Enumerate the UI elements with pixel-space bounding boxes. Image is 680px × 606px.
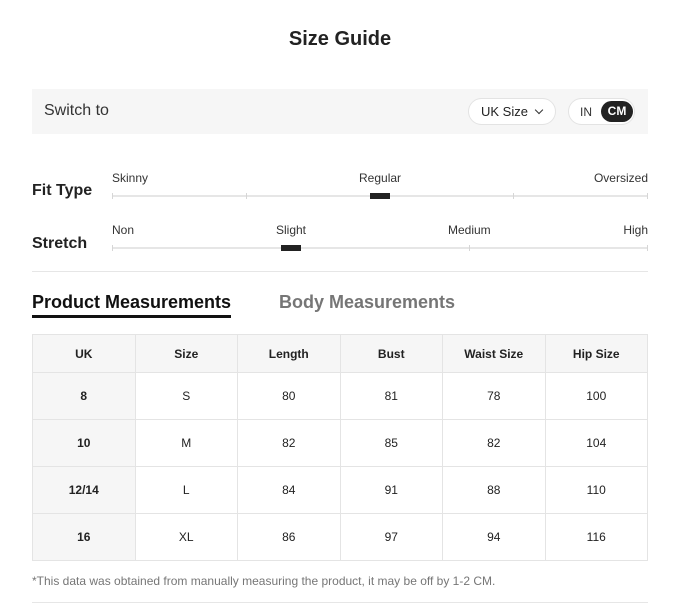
- cell-waist-size: 88: [442, 466, 546, 514]
- cell-bust: 85: [339, 419, 443, 467]
- stretch-marker: [281, 245, 301, 251]
- table-row: 12/14 L 84 91 88 110: [32, 466, 648, 514]
- page-title: Size Guide: [288, 28, 392, 50]
- cell-size: S: [134, 372, 238, 420]
- column-header-bust: Bust: [339, 334, 443, 373]
- fit-tick: [513, 193, 514, 199]
- cell-size: XL: [134, 513, 238, 561]
- section-divider: [32, 271, 648, 272]
- cell-hip-size: 110: [544, 466, 648, 514]
- cell-bust: 81: [339, 372, 443, 420]
- cell-length: 86: [237, 513, 341, 561]
- cell-hip-size: 100: [544, 372, 648, 420]
- cell-uk: 12/14: [32, 466, 136, 514]
- cell-uk: 10: [32, 419, 136, 467]
- fit-type-title: Fit Type: [32, 182, 93, 199]
- size-table: UK Size Length Bust Waist Size Hip Size …: [32, 334, 648, 561]
- cell-uk: 8: [32, 372, 136, 420]
- stretch-label-medium: Medium: [448, 223, 491, 237]
- cell-bust: 91: [339, 466, 443, 514]
- stretch-title: Stretch: [32, 235, 88, 252]
- fit-type-marker: [370, 193, 390, 199]
- unit-toggle[interactable]: IN CM: [568, 98, 635, 125]
- fit-label-oversized: Oversized: [593, 171, 648, 185]
- tab-product-measurements[interactable]: Product Measurements: [32, 292, 231, 313]
- cell-waist-size: 82: [442, 419, 546, 467]
- cell-length: 84: [237, 466, 341, 514]
- switch-label: Switch to: [44, 102, 109, 119]
- switch-bar: Switch to UK Size IN CM: [32, 89, 648, 134]
- stretch-label-non: Non: [112, 223, 135, 237]
- table-row: 16 XL 86 97 94 116: [32, 513, 648, 561]
- stretch-track: [112, 247, 648, 249]
- cell-uk: 16: [32, 513, 136, 561]
- column-header-uk: UK: [32, 334, 136, 373]
- size-system-dropdown[interactable]: UK Size: [468, 98, 556, 125]
- fit-label-skinny: Skinny: [112, 171, 149, 185]
- cell-length: 80: [237, 372, 341, 420]
- fit-tick: [647, 193, 648, 199]
- cell-bust: 97: [339, 513, 443, 561]
- measurement-note: *This data was obtained from manually me…: [32, 574, 496, 588]
- cell-size: M: [134, 419, 238, 467]
- cell-hip-size: 116: [544, 513, 648, 561]
- table-header-row: UK Size Length Bust Waist Size Hip Size: [32, 334, 648, 373]
- stretch-tick: [647, 245, 648, 251]
- chevron-down-icon: [534, 105, 544, 115]
- fit-tick: [112, 193, 113, 199]
- stretch-tick: [112, 245, 113, 251]
- unit-option-cm[interactable]: CM: [601, 101, 633, 122]
- column-header-waist-size: Waist Size: [442, 334, 546, 373]
- fit-tick: [246, 193, 247, 199]
- stretch-label-slight: Slight: [276, 223, 307, 237]
- stretch-tick: [469, 245, 470, 251]
- cell-waist-size: 94: [442, 513, 546, 561]
- column-header-size: Size: [134, 334, 238, 373]
- tab-body-measurements[interactable]: Body Measurements: [279, 292, 455, 313]
- cell-waist-size: 78: [442, 372, 546, 420]
- cell-hip-size: 104: [544, 419, 648, 467]
- cell-size: L: [134, 466, 238, 514]
- fit-label-regular: Regular: [359, 171, 402, 185]
- active-tab-underline: [32, 315, 231, 318]
- cell-length: 82: [237, 419, 341, 467]
- table-row: 8 S 80 81 78 100: [32, 372, 648, 420]
- stretch-label-high: High: [623, 223, 648, 237]
- size-system-value: UK Size: [481, 104, 528, 119]
- column-header-length: Length: [237, 334, 341, 373]
- column-header-hip-size: Hip Size: [544, 334, 648, 373]
- table-row: 10 M 82 85 82 104: [32, 419, 648, 467]
- unit-option-in[interactable]: IN: [580, 105, 592, 119]
- bottom-divider: [32, 602, 648, 603]
